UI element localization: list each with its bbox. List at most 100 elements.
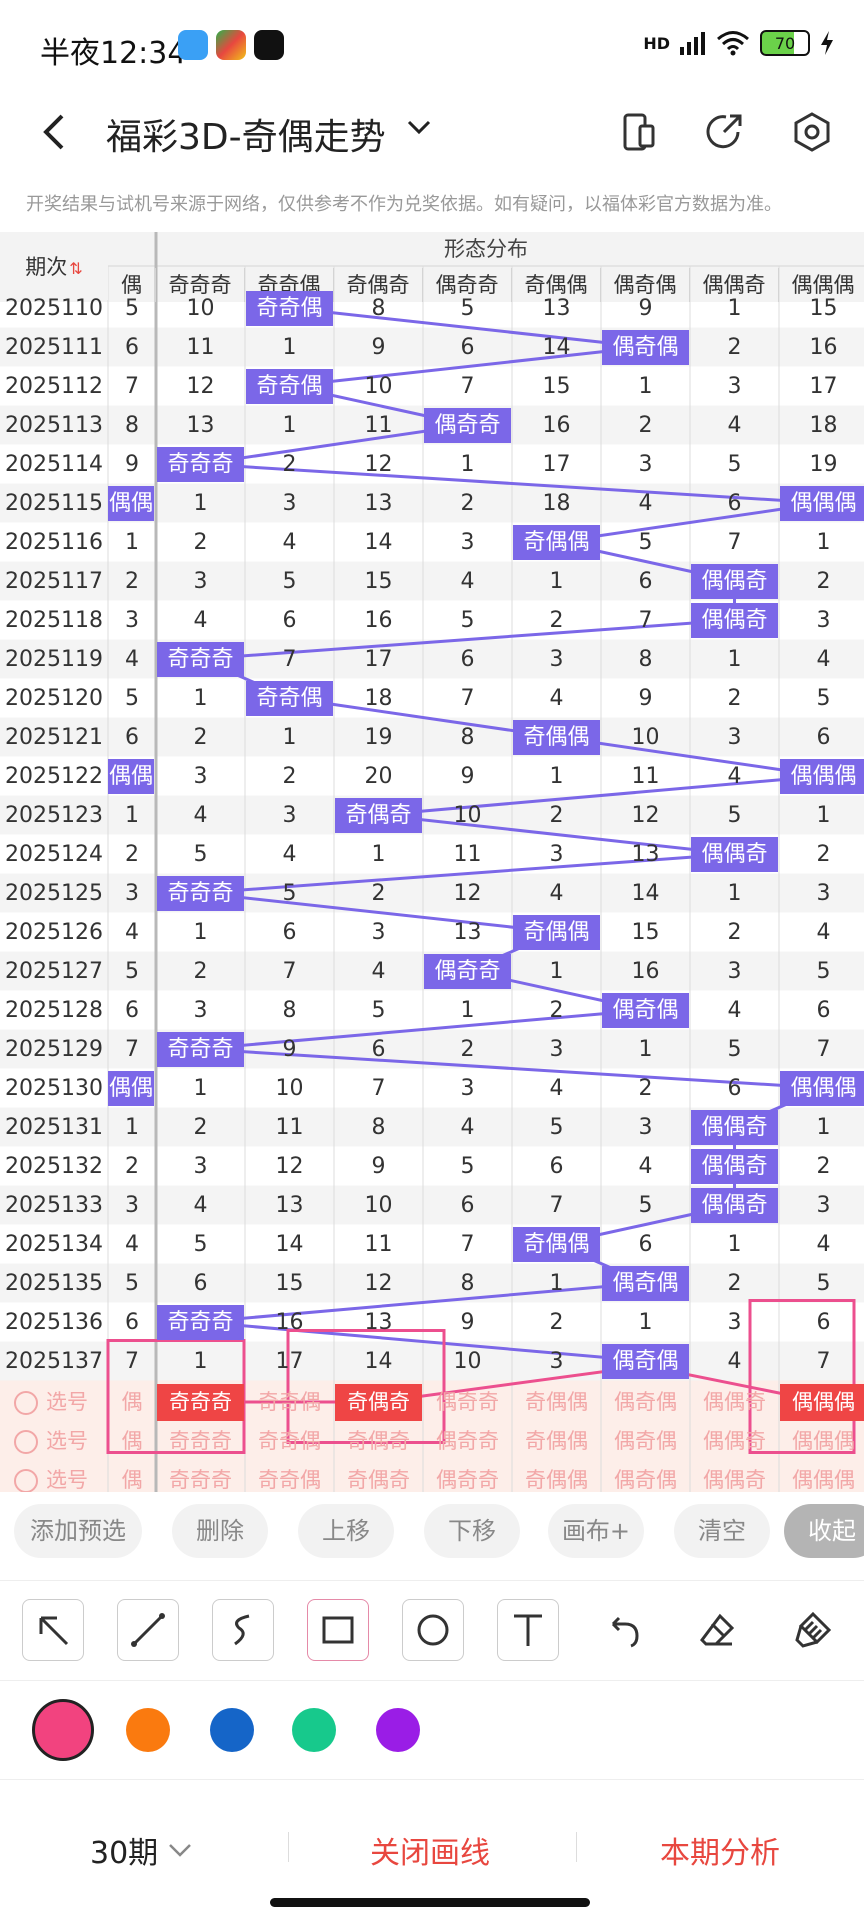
partial-cell: 2 — [125, 841, 139, 867]
partial-cell: 3 — [125, 880, 139, 906]
undo-icon[interactable] — [592, 1599, 654, 1661]
move-up-button[interactable]: 上移 — [298, 1504, 394, 1558]
color-swatch[interactable] — [210, 1708, 254, 1752]
settings-icon[interactable] — [792, 112, 832, 152]
omission-cell: 13 — [364, 1309, 393, 1335]
selection-option[interactable]: 偶奇奇 — [424, 1384, 511, 1421]
partial-cell: 7 — [125, 1348, 139, 1374]
omission-cell: 7 — [727, 529, 742, 555]
selection-partial-cell[interactable]: 偶 — [108, 1422, 156, 1461]
omission-cell: 14 — [275, 1231, 304, 1257]
selection-option[interactable]: 偶奇奇 — [424, 1423, 511, 1460]
selection-row-label[interactable]: 选号 — [6, 1422, 106, 1461]
partial-cell: 7 — [125, 1036, 139, 1062]
device-toggle-icon[interactable] — [622, 112, 656, 152]
hit-pill: 奇奇奇 — [157, 641, 244, 677]
selection-option[interactable]: 奇偶偶 — [513, 1423, 600, 1460]
selection-option[interactable]: 奇偶偶 — [513, 1384, 600, 1421]
charging-icon — [821, 31, 833, 55]
color-swatch[interactable] — [126, 1708, 170, 1752]
clear-button[interactable]: 清空 — [674, 1504, 770, 1558]
selection-option[interactable]: 偶偶奇 — [691, 1423, 778, 1460]
omission-cell: 10 — [364, 1192, 393, 1218]
selected-option[interactable]: 奇奇奇 — [157, 1383, 244, 1421]
back-icon[interactable] — [38, 112, 68, 152]
omission-cell: 4 — [193, 802, 208, 828]
arrow-tool-icon[interactable] — [22, 1599, 84, 1661]
radio-icon[interactable] — [14, 1390, 38, 1415]
omission-cell: 6 — [460, 646, 475, 672]
partial-cell: 4 — [125, 919, 139, 945]
selection-option[interactable]: 奇奇偶 — [246, 1423, 333, 1460]
selection-partial-cell[interactable]: 偶 — [108, 1383, 156, 1422]
selection-option[interactable]: 奇奇偶 — [246, 1384, 333, 1421]
omission-cell: 5 — [638, 529, 653, 555]
canvas-plus-button[interactable]: 画布+ — [548, 1504, 644, 1558]
eraser-icon[interactable] — [687, 1599, 749, 1661]
clear-canvas-icon[interactable] — [782, 1599, 844, 1661]
selection-option[interactable]: 偶偶偶 — [780, 1423, 864, 1460]
close-drawing-button[interactable]: 关闭画线 — [370, 1828, 490, 1872]
radio-icon[interactable] — [14, 1429, 38, 1454]
omission-cell: 10 — [453, 1348, 482, 1374]
omission-cell: 1 — [193, 1348, 208, 1374]
omission-cell: 2 — [816, 568, 831, 594]
collapse-button[interactable]: 收起 — [784, 1504, 864, 1558]
omission-cell: 1 — [638, 1309, 653, 1335]
share-icon[interactable] — [704, 112, 744, 152]
color-swatch[interactable] — [292, 1708, 336, 1752]
omission-cell: 1 — [371, 841, 386, 867]
omission-cell: 2 — [727, 685, 742, 711]
action-bar: 添加预选 删除 上移 下移 画布+ 清空 收起 — [0, 1492, 864, 1568]
omission-cell: 8 — [460, 724, 475, 750]
circle-tool-icon[interactable] — [402, 1599, 464, 1661]
partial-cell: 2 — [125, 568, 139, 594]
selection-option[interactable]: 偶奇偶 — [602, 1384, 689, 1421]
omission-cell: 17 — [542, 451, 571, 477]
omission-cell: 7 — [282, 646, 297, 672]
period-analysis-button[interactable]: 本期分析 — [660, 1828, 780, 1872]
omission-cell: 1 — [460, 997, 475, 1023]
omission-cell: 16 — [809, 334, 838, 360]
add-preselect-button[interactable]: 添加预选 — [14, 1504, 142, 1558]
partial-cell: 5 — [125, 685, 139, 711]
omission-cell: 6 — [549, 1153, 564, 1179]
period-header-label: 期次 — [25, 255, 68, 279]
omission-cell: 8 — [282, 997, 297, 1023]
partial-cell: 9 — [125, 451, 139, 477]
omission-cell: 1 — [549, 568, 564, 594]
hit-pill: 奇奇偶 — [246, 290, 333, 326]
selected-option[interactable]: 偶偶偶 — [780, 1383, 864, 1421]
status-right: HD 70 — [643, 30, 834, 56]
period-select[interactable]: 30期 — [90, 1828, 192, 1872]
text-tool-icon[interactable] — [497, 1599, 559, 1661]
selection-option[interactable]: 偶奇偶 — [602, 1423, 689, 1460]
period-label: 2025111 — [5, 334, 103, 360]
selection-option[interactable]: 奇偶奇 — [335, 1423, 422, 1460]
omission-cell: 8 — [371, 1114, 386, 1140]
omission-cell: 5 — [549, 1114, 564, 1140]
selection-option[interactable]: 奇奇奇 — [157, 1423, 244, 1460]
hit-pill: 偶偶偶 — [780, 758, 864, 794]
chevron-down-icon[interactable] — [406, 118, 432, 138]
selection-option[interactable]: 偶偶奇 — [691, 1384, 778, 1421]
selected-option[interactable]: 奇偶奇 — [335, 1383, 422, 1421]
radio-icon[interactable] — [14, 1468, 38, 1493]
period-label: 2025115 — [5, 490, 103, 516]
delete-button[interactable]: 删除 — [172, 1504, 268, 1558]
freehand-tool-icon[interactable] — [212, 1599, 274, 1661]
selection-row-label[interactable]: 选号 — [6, 1383, 106, 1422]
color-swatch[interactable] — [376, 1708, 420, 1752]
line-tool-icon[interactable] — [117, 1599, 179, 1661]
omission-cell: 3 — [460, 1075, 475, 1101]
omission-cell: 1 — [816, 802, 831, 828]
partial-cell: 1 — [125, 802, 139, 828]
omission-cell: 2 — [193, 958, 208, 984]
rectangle-tool-icon[interactable] — [307, 1599, 369, 1661]
omission-cell: 11 — [364, 1231, 393, 1257]
omission-cell: 3 — [727, 724, 742, 750]
move-down-button[interactable]: 下移 — [424, 1504, 520, 1558]
omission-cell: 1 — [727, 646, 742, 672]
color-swatch[interactable] — [32, 1699, 94, 1761]
partial-hit-pill: 偶偶 — [108, 1070, 154, 1106]
